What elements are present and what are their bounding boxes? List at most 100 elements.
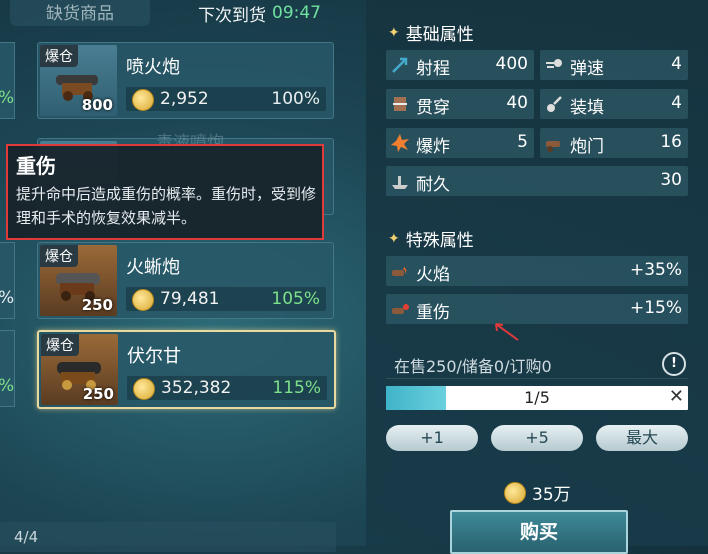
stat-value: 5 (517, 132, 528, 152)
stat-label: 火焰 (416, 265, 450, 285)
durability-icon (392, 176, 408, 189)
pointer-arrow-icon (495, 323, 519, 341)
price-percent: 100% (271, 89, 320, 109)
section-label: 特殊属性 (405, 231, 474, 251)
stat-fire: 火焰 +35% (386, 256, 688, 286)
stat-explosion: 爆炸 5 (386, 128, 534, 158)
coin-icon (132, 289, 154, 311)
stat-gun-port: 炮门 16 (540, 128, 688, 158)
item-quantity: 800 (81, 96, 113, 114)
price-bar: 352,382 115% (127, 376, 327, 400)
item-quantity: 250 (81, 296, 113, 314)
edge-pct: % (0, 288, 14, 308)
shop-list-panel: 缺货商品 下次到货 09:47 % % % 爆仓 800 喷火炮 2,952 1… (0, 0, 350, 552)
buy-button[interactable]: 购买 (450, 510, 628, 554)
stock-text: 在售250/储备0/订购0 (394, 357, 552, 376)
item-detail-panel: ✦ 基础属性 射程 400 弹速 4 贯穿 40 装填 4 爆炸 5 炮门 16… (366, 0, 708, 554)
restock-time: 09:47 (272, 3, 321, 23)
price-percent: 105% (271, 289, 320, 309)
stat-value: 40 (506, 93, 528, 113)
penetration-icon (393, 97, 407, 111)
price-percent: 115% (272, 378, 321, 398)
stat-label: 装填 (570, 98, 604, 118)
coin-icon (504, 481, 526, 504)
item-card-salamander[interactable]: 爆仓 250 火蜥炮 79,481 105% (37, 242, 334, 319)
overstock-tag: 爆仓 (41, 334, 79, 356)
item-price: 79,481 (160, 289, 220, 309)
range-icon (392, 57, 408, 73)
stat-value: 30 (660, 170, 682, 190)
stat-durability: 耐久 30 (386, 166, 688, 196)
stock-info: 在售250/储备0/订购0 ! (386, 350, 688, 379)
item-card-flamethrower[interactable]: 爆仓 800 喷火炮 2,952 100% (37, 42, 334, 119)
stat-heavy-wound[interactable]: 重伤 +15% (386, 294, 688, 324)
tooltip-description: 提升命中后造成重伤的概率。重伤时，受到修理和手术的恢复效果减半。 (16, 185, 317, 227)
fire-cannon-icon (392, 267, 407, 276)
bullet-speed-icon (546, 59, 562, 68)
item-name: 喷火炮 (126, 57, 180, 78)
total-cost: 35万 (504, 480, 571, 505)
tab-out-of-stock-label: 缺货商品 (46, 3, 114, 24)
progress-text: 1/5 (524, 388, 550, 407)
stat-label: 弹速 (570, 59, 604, 79)
price-bar: 79,481 105% (126, 287, 326, 311)
stat-value: 4 (671, 54, 682, 74)
heavy-wound-tooltip: 重伤 提升命中后造成重伤的概率。重伤时，受到修理和手术的恢复效果减半。 (6, 144, 324, 240)
stat-reload: 装填 4 (540, 89, 688, 119)
item-quantity: 250 (82, 385, 114, 403)
stat-value: 4 (671, 93, 682, 113)
partial-card-edge[interactable]: % (0, 42, 15, 119)
info-icon[interactable]: ! (662, 352, 686, 376)
partial-card-edge[interactable]: % (0, 242, 15, 319)
overstock-tag: 爆仓 (40, 45, 78, 67)
stat-value: +15% (629, 298, 682, 318)
plus-one-button[interactable]: +1 (386, 425, 478, 451)
stat-value: 400 (495, 54, 528, 74)
page-footer (0, 522, 336, 552)
stat-bullet-speed: 弹速 4 (540, 50, 688, 80)
overstock-tag: 爆仓 (40, 245, 78, 267)
sparkle-icon: ✦ (388, 230, 400, 247)
edge-pct: % (0, 376, 14, 396)
tooltip-title: 重伤 (16, 154, 56, 178)
max-button[interactable]: 最大 (596, 425, 688, 451)
stat-range: 射程 400 (386, 50, 534, 80)
stat-value: +35% (629, 260, 682, 280)
close-icon[interactable]: ✕ (669, 386, 684, 407)
quantity-progress[interactable]: 1/5 ✕ (386, 386, 688, 410)
stat-label: 耐久 (416, 175, 450, 195)
restock-label: 下次到货 (198, 5, 266, 26)
stat-label: 炮门 (570, 137, 604, 157)
stat-label: 重伤 (416, 303, 450, 323)
page-indicator: 4/4 (14, 528, 39, 546)
restock-timer: 下次到货 09:47 (198, 0, 321, 26)
stat-label: 贯穿 (416, 98, 450, 118)
stat-value: 16 (660, 132, 682, 152)
item-card-vulcan[interactable]: 爆仓 250 伏尔甘 352,382 115% (37, 330, 336, 409)
plus-five-button[interactable]: +5 (491, 425, 583, 451)
stat-penetration: 贯穿 40 (386, 89, 534, 119)
sparkle-icon: ✦ (388, 24, 400, 41)
tab-out-of-stock[interactable]: 缺货商品 (10, 0, 150, 26)
explosion-icon (391, 134, 409, 152)
item-name: 伏尔甘 (127, 346, 181, 367)
coin-icon (132, 89, 154, 111)
coin-icon (133, 378, 155, 400)
item-price: 2,952 (160, 89, 209, 109)
item-thumbnail: 爆仓 800 (40, 45, 117, 116)
special-attributes-title: ✦ 特殊属性 (388, 226, 474, 252)
reload-icon (547, 96, 562, 112)
edge-pct: % (0, 88, 14, 108)
price-bar: 2,952 100% (126, 87, 326, 111)
stat-label: 爆炸 (416, 137, 450, 157)
stat-label: 射程 (416, 59, 450, 79)
section-label: 基础属性 (405, 25, 474, 45)
partial-card-edge[interactable]: % (0, 330, 15, 407)
item-thumbnail: 爆仓 250 (41, 334, 118, 405)
item-name: 火蜥炮 (126, 257, 180, 278)
item-price: 352,382 (161, 378, 232, 398)
cost-value: 35万 (532, 485, 571, 505)
gun-port-icon (546, 141, 560, 152)
heavy-wound-cannon-icon (392, 304, 409, 314)
basic-attributes-title: ✦ 基础属性 (388, 20, 474, 46)
